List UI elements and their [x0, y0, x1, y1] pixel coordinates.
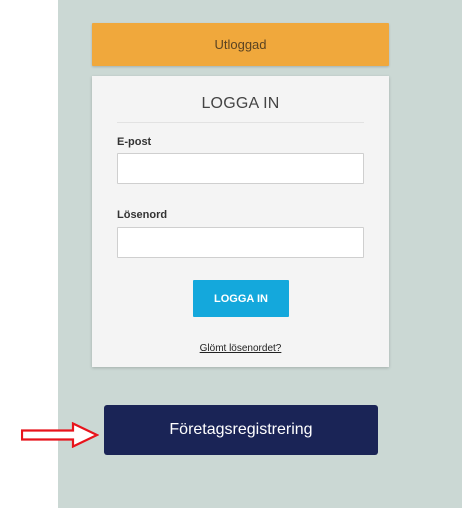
- email-field[interactable]: [117, 153, 364, 184]
- logged-out-status-bar: Utloggad: [92, 23, 389, 66]
- login-card: LOGGA IN E-post Lösenord LOGGA IN Glömt …: [92, 76, 389, 367]
- password-field[interactable]: [117, 227, 364, 258]
- right-arrow-icon: [21, 422, 99, 448]
- card-divider: [117, 122, 364, 123]
- forgot-password-link[interactable]: Glömt lösenordet?: [92, 343, 389, 354]
- password-label: Lösenord: [117, 209, 168, 221]
- status-label: Utloggad: [214, 37, 267, 52]
- company-registration-button[interactable]: Företagsregistrering: [104, 405, 378, 455]
- login-card-title: LOGGA IN: [201, 95, 280, 112]
- login-button[interactable]: LOGGA IN: [193, 280, 289, 317]
- email-label: E-post: [117, 136, 152, 148]
- page: Utloggad LOGGA IN E-post Lösenord LOGGA …: [0, 0, 467, 508]
